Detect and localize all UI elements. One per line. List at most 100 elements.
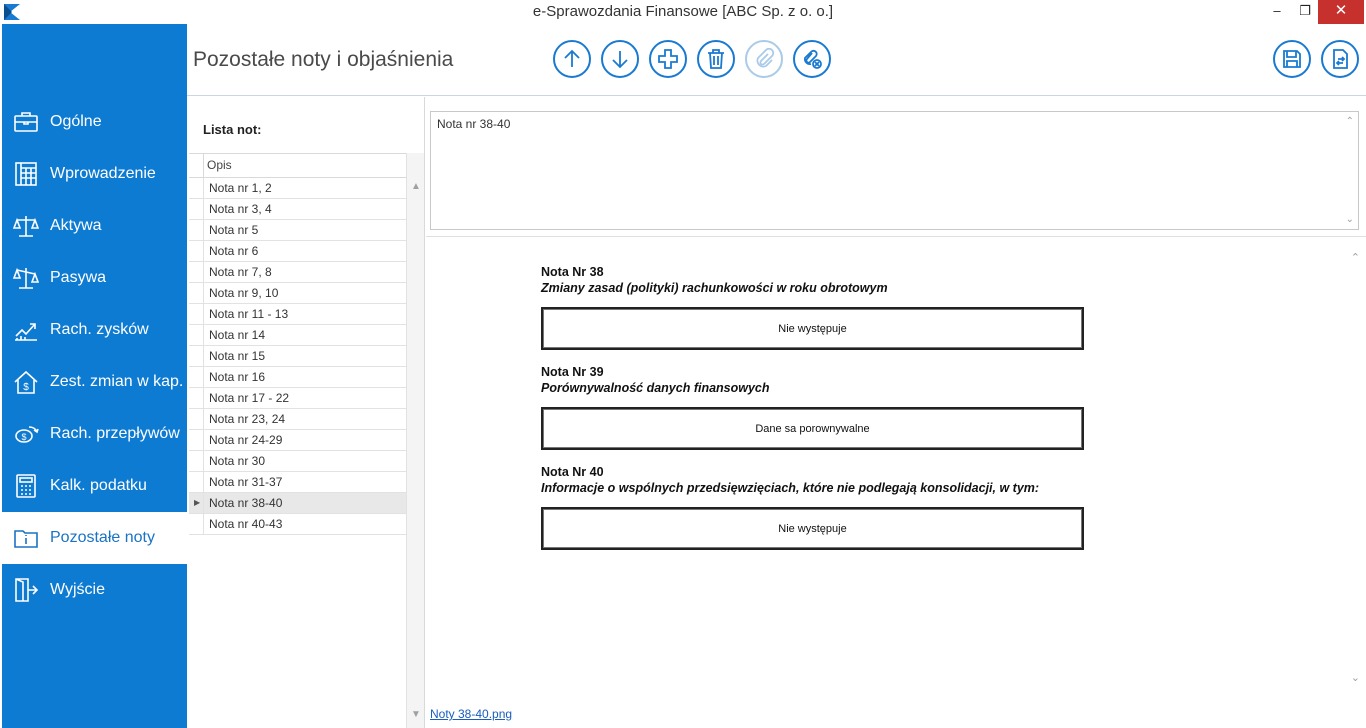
scroll-up-icon[interactable]: ⌃ [1351,251,1360,264]
list-scrollbar[interactable]: ▲ ▼ [406,153,424,728]
move-up-icon [564,49,580,67]
table-row[interactable]: Nota nr 40-43 [189,514,406,535]
note-image: Nota Nr 38 Zmiany zasad (polityki) rachu… [541,265,1089,565]
chart-up-icon [2,317,50,343]
page-title: Pozostałe noty i objaśnienia [193,48,454,71]
cash-flow-icon: $ [2,421,50,447]
table-row[interactable]: Nota nr 5 [189,220,406,241]
table-row[interactable]: Nota nr 1, 2 [189,178,406,199]
export-button[interactable] [1321,40,1359,78]
scales-icon [2,213,50,239]
sidebar-item-rach-zyskow[interactable]: Rach. zysków [2,304,187,356]
table-row[interactable]: Nota nr 15 [189,346,406,367]
table-row[interactable]: Nota nr 16 [189,367,406,388]
sidebar-item-wprowadzenie[interactable]: Wprowadzenie [2,148,187,200]
exit-door-icon [2,577,50,603]
sidebar-item-aktywa[interactable]: Aktywa [2,200,187,252]
restore-button[interactable]: ❐ [1290,0,1320,24]
attachment-preview: Nota Nr 38 Zmiany zasad (polityki) rachu… [426,236,1366,728]
save-button[interactable] [1273,40,1311,78]
note-content-box: Dane sa porownywalne [541,407,1084,450]
sidebar-item-label: Zest. zmian w kap. [50,373,184,390]
sidebar-item-label: Pozostałe noty [50,529,155,546]
sidebar: Ogólne Wprowadzenie Aktywa Pasywa Rach. … [2,24,187,728]
add-icon [658,49,678,69]
save-icon [1283,50,1301,68]
window-title: e-Sprawozdania Finansowe [ABC Sp. z o. o… [532,3,834,20]
table-row[interactable]: Nota nr 11 - 13 [189,304,406,325]
move-down-button[interactable] [601,40,639,78]
notes-grid: Opis Nota nr 1, 2 Nota nr 3, 4 Nota nr 5… [189,153,406,535]
note-subheading: Porównywalność danych finansowych [541,381,770,395]
attach-button[interactable] [745,40,783,78]
note-heading: Nota Nr 39 [541,365,604,379]
table-row[interactable]: Nota nr 30 [189,451,406,472]
scroll-up-icon[interactable]: ▲ [411,181,421,192]
sidebar-item-label: Wprowadzenie [50,165,156,182]
sidebar-item-rach-przeplywow[interactable]: $ Rach. przepływów [2,408,187,460]
note-content-box: Nie występuje [541,507,1084,550]
table-row[interactable]: Nota nr 14 [189,325,406,346]
sidebar-item-label: Aktywa [50,217,102,234]
note-heading: Nota Nr 40 [541,465,604,479]
sidebar-item-kalk-podatku[interactable]: Kalk. podatku [2,460,187,512]
sidebar-item-label: Rach. zysków [50,321,149,338]
table-row[interactable]: Nota nr 3, 4 [189,199,406,220]
page-header: Pozostałe noty i objaśnienia [187,24,1366,96]
table-row[interactable]: Nota nr 24-29 [189,430,406,451]
svg-text:$: $ [23,382,29,393]
note-subheading: Informacje o wspólnych przedsięwzięciach… [541,481,1040,495]
row-selector-icon: ▶ [194,498,201,507]
column-header-opis[interactable]: Opis [189,154,406,178]
scroll-down-icon[interactable]: ⌄ [1346,214,1354,225]
attach-icon [756,48,775,68]
note-description-text: Nota nr 38-40 [437,117,511,131]
notes-list-panel: Lista not: Opis Nota nr 1, 2 Nota nr 3, … [187,97,425,728]
table-row[interactable]: Nota nr 6 [189,241,406,262]
note-heading: Nota Nr 38 [541,265,604,279]
move-up-button[interactable] [553,40,591,78]
remove-attachment-icon [804,49,822,69]
house-dollar-icon: $ [2,369,50,395]
notes-list-label: Lista not: [203,122,262,137]
calculator-icon [2,473,50,499]
close-button[interactable]: ✕ [1318,0,1364,24]
table-row[interactable]: Nota nr 23, 24 [189,409,406,430]
sidebar-item-label: Rach. przepływów [50,425,180,442]
sidebar-item-label: Ogólne [50,113,102,130]
table-row[interactable]: Nota nr 31-37 [189,472,406,493]
sidebar-item-label: Wyjście [50,581,105,598]
delete-button[interactable] [697,40,735,78]
scroll-up-icon[interactable]: ⌃ [1346,116,1354,127]
sidebar-item-pozostale-noty[interactable]: Pozostałe noty [2,512,187,564]
note-subheading: Zmiany zasad (polityki) rachunkowości w … [541,281,888,295]
scroll-down-icon[interactable]: ▼ [411,709,421,720]
sidebar-item-label: Pasywa [50,269,107,286]
minimize-button[interactable]: – [1262,0,1292,24]
sidebar-item-ogolne[interactable]: Ogólne [2,96,187,148]
export-icon [1333,49,1348,69]
building-icon [2,161,50,187]
note-description-input[interactable]: Nota nr 38-40 ⌃ ⌄ [430,111,1359,230]
info-folder-icon [2,525,50,551]
scales-icon [2,265,50,291]
table-row[interactable]: Nota nr 17 - 22 [189,388,406,409]
add-button[interactable] [649,40,687,78]
note-content-box: Nie występuje [541,307,1084,350]
delete-icon [708,49,724,69]
svg-text:$: $ [21,432,26,442]
title-bar: e-Sprawozdania Finansowe [ABC Sp. z o. o… [0,0,1366,24]
scroll-down-icon[interactable]: ⌄ [1351,671,1360,684]
move-down-icon [612,51,628,69]
table-row[interactable]: Nota nr 9, 10 [189,283,406,304]
sidebar-item-zest-zmian[interactable]: $ Zest. zmian w kap. [2,356,187,408]
attachment-file-link[interactable]: Noty 38-40.png [430,707,512,721]
briefcase-icon [2,109,50,135]
sidebar-item-wyjscie[interactable]: Wyjście [2,564,187,616]
row-label: Nota nr 38-40 [209,496,283,510]
sidebar-item-pasywa[interactable]: Pasywa [2,252,187,304]
table-row-selected[interactable]: ▶ Nota nr 38-40 [189,493,406,514]
table-row[interactable]: Nota nr 7, 8 [189,262,406,283]
remove-attachment-button[interactable] [793,40,831,78]
sidebar-item-label: Kalk. podatku [50,477,147,494]
